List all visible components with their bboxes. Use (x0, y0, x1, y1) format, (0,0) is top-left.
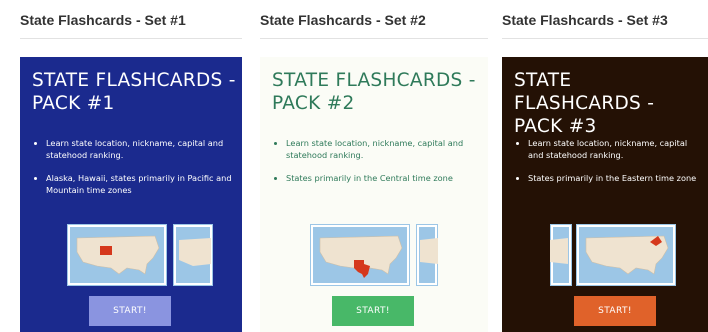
feature-bullet: Alaska, Hawaii, states primarily in Paci… (46, 172, 236, 196)
divider (260, 38, 488, 39)
map-carousel[interactable] (310, 224, 438, 286)
previous-map-thumbnail[interactable] (550, 224, 572, 286)
feature-bullet: Learn state location, nickname, capital … (528, 137, 702, 161)
card-title: STATE FLASHCARDS - PACK #2 (272, 70, 476, 114)
feature-list: Learn state location, nickname, capital … (512, 137, 702, 195)
feature-list: Learn state location, nickname, capital … (270, 137, 482, 195)
start-button[interactable]: START! (332, 296, 414, 326)
feature-bullet: States primarily in the Central time zon… (286, 172, 482, 184)
us-map-thumbnail[interactable] (576, 224, 676, 286)
start-button[interactable]: START! (89, 296, 171, 326)
feature-bullet: Learn state location, nickname, capital … (46, 137, 236, 161)
flashcard-pack-card[interactable]: STATE FLASHCARDS - PACK #2 Learn state l… (260, 57, 488, 332)
feature-bullet: States primarily in the Eastern time zon… (528, 172, 702, 184)
flashcard-pack-card[interactable]: STATE FLASHCARDS - PACK #3 Learn state l… (502, 57, 708, 332)
set-heading: State Flashcards - Set #1 (20, 12, 186, 28)
next-map-thumbnail[interactable] (416, 224, 438, 286)
start-button[interactable]: START! (574, 296, 656, 326)
next-map-thumbnail[interactable] (173, 224, 213, 286)
highlighted-region (100, 246, 112, 255)
set-heading: State Flashcards - Set #3 (502, 12, 668, 28)
flashcard-pack-card[interactable]: STATE FLASHCARDS - PACK #1 Learn state l… (20, 57, 242, 332)
feature-bullet: Learn state location, nickname, capital … (286, 137, 482, 161)
map-carousel[interactable] (67, 224, 222, 286)
divider (20, 38, 242, 39)
card-title: STATE FLASHCARDS - PACK #1 (32, 70, 236, 114)
map-carousel[interactable] (550, 224, 708, 286)
us-map-thumbnail[interactable] (310, 224, 410, 286)
divider (502, 38, 708, 39)
feature-list: Learn state location, nickname, capital … (30, 137, 236, 207)
card-title: STATE FLASHCARDS - PACK #3 (514, 70, 655, 137)
us-map-thumbnail[interactable] (67, 224, 167, 286)
set-heading: State Flashcards - Set #2 (260, 12, 426, 28)
